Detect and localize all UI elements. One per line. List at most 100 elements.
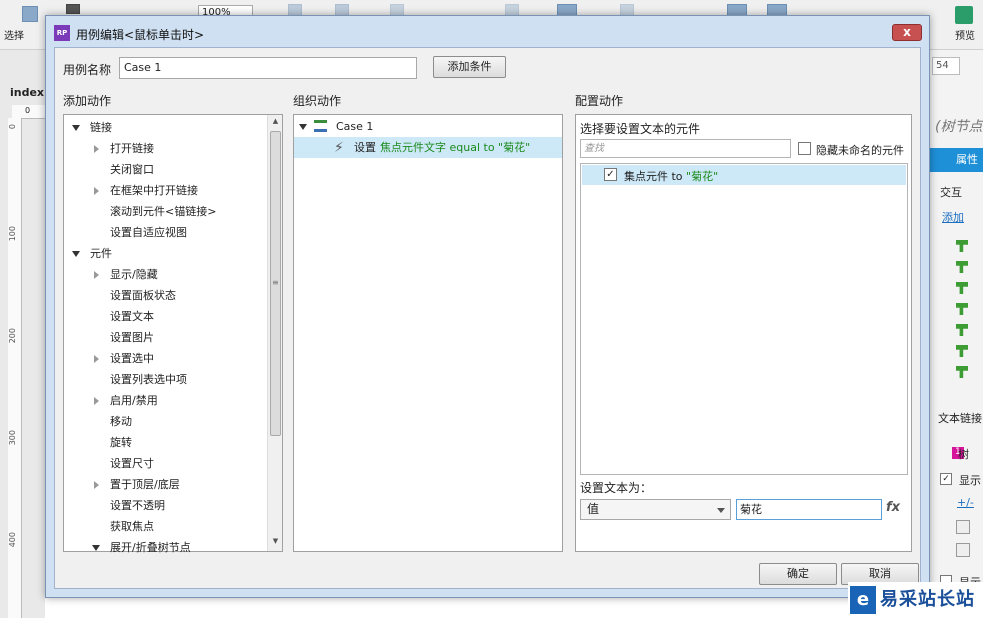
case-node[interactable]: Case 1 <box>294 116 562 137</box>
action-tree-item-label: 旋转 <box>110 436 132 449</box>
configure-action-header: 配置动作 <box>575 94 624 108</box>
axure-app-icon: RP <box>54 25 70 41</box>
action-tree-item[interactable]: 设置自适应视图 <box>64 222 264 243</box>
action-tree-item[interactable]: 在框架中打开链接 <box>64 180 264 201</box>
action-node[interactable]: ⚡ 设置 焦点元件文字 equal to "菊花" <box>294 137 562 158</box>
add-case-link[interactable]: 添加 <box>942 209 964 225</box>
inspector-title: (树节点 <box>935 119 983 135</box>
action-tree-item[interactable]: 设置面板状态 <box>64 285 264 306</box>
close-button[interactable]: x <box>892 24 922 41</box>
action-prefix: 设置 <box>354 141 376 154</box>
action-tree-item-label: 获取焦点 <box>110 520 154 533</box>
collapsed-arrow-icon[interactable] <box>94 397 99 405</box>
connector-tool-icon[interactable] <box>66 4 80 14</box>
icon-picker-closed[interactable] <box>956 520 970 534</box>
scroll-up-icon[interactable]: ▲ <box>268 117 283 129</box>
ruler-left-label: 200 <box>8 328 17 344</box>
ruler-top-label: 0 <box>25 106 31 115</box>
collapsed-arrow-icon[interactable] <box>94 355 99 363</box>
ruler-horizontal: 0 <box>12 105 47 119</box>
action-tree-item[interactable]: 设置列表选中项 <box>64 369 264 390</box>
expanded-arrow-icon[interactable] <box>92 545 100 551</box>
action-tree-item-label: 设置面板状态 <box>110 289 176 302</box>
lightning-icon: ⚡ <box>334 140 344 156</box>
action-tree-item-label: 移动 <box>110 415 132 428</box>
ruler-left-label: 300 <box>8 430 17 446</box>
widget-row[interactable]: ✓ 集点元件 to "菊花" <box>582 165 906 185</box>
text-value-input[interactable]: 菊花 <box>736 499 882 520</box>
add-condition-button[interactable]: 添加条件 <box>433 56 506 78</box>
organize-action-header: 组织动作 <box>293 94 342 108</box>
action-tree-item[interactable]: 启用/禁用 <box>64 390 264 411</box>
action-tree-item[interactable]: 设置图片 <box>64 327 264 348</box>
action-tree-item[interactable]: 关闭窗口 <box>64 159 264 180</box>
action-tree-item-label: 设置自适应视图 <box>110 226 187 239</box>
rotation-field[interactable]: 54 <box>932 57 960 75</box>
case-name-input[interactable]: Case 1 <box>119 57 417 79</box>
expand-arrow-icon[interactable] <box>299 124 307 130</box>
case-node-label: Case 1 <box>336 120 374 133</box>
value-type-select[interactable]: 值 <box>580 499 731 520</box>
action-tree-item-label: 在框架中打开链接 <box>110 184 198 197</box>
plus-minus-link[interactable]: +/- <box>957 496 974 509</box>
action-tree-item[interactable]: 显示/隐藏 <box>64 264 264 285</box>
scrollbar-thumb[interactable]: ≡ <box>270 131 281 436</box>
add-action-header: 添加动作 <box>63 94 112 108</box>
icon-picker-open[interactable] <box>956 543 970 557</box>
text-link-section[interactable]: 文本链接 <box>938 410 982 426</box>
configure-action-panel: 选择要设置文本的元件 查找 隐藏未命名的元件 ✓ 集点元件 to "菊花" 设置… <box>575 114 912 552</box>
widget-checkbox[interactable]: ✓ <box>604 168 617 181</box>
hide-unnamed-checkbox[interactable] <box>798 142 811 155</box>
action-tree-item-label: 展开/折叠树节点 <box>110 541 191 554</box>
select-widget-label: 选择要设置文本的元件 <box>580 122 701 136</box>
chevron-down-icon <box>717 508 725 513</box>
action-tree-item[interactable]: 获取焦点 <box>64 516 264 537</box>
expanded-arrow-icon[interactable] <box>72 251 80 257</box>
tab-properties[interactable]: 属性 <box>930 148 983 172</box>
organize-actions-panel: Case 1 ⚡ 设置 焦点元件文字 equal to "菊花" <box>293 114 563 552</box>
tab-index[interactable]: index <box>10 86 44 99</box>
preview-icon[interactable] <box>955 6 973 24</box>
ruler-left-label: 400 <box>8 532 17 548</box>
action-tree-item[interactable]: 置于顶层/底层 <box>64 474 264 495</box>
action-tree-item[interactable]: 旋转 <box>64 432 264 453</box>
action-detail: 焦点元件文字 equal to "菊花" <box>380 141 531 154</box>
action-tree-item[interactable]: 设置选中 <box>64 348 264 369</box>
select-tool-icon[interactable] <box>22 6 38 22</box>
preview-label[interactable]: 预览 <box>955 27 975 42</box>
action-tree-item[interactable]: 展开/折叠树节点 <box>64 537 264 558</box>
action-tree-item[interactable]: 设置文本 <box>64 306 264 327</box>
show-checkbox[interactable]: ✓ <box>940 473 952 485</box>
action-tree-item[interactable]: 设置不透明 <box>64 495 264 516</box>
action-tree-item[interactable]: 移动 <box>64 411 264 432</box>
ok-button[interactable]: 确定 <box>759 563 837 585</box>
action-tree-item[interactable]: 设置尺寸 <box>64 453 264 474</box>
section-interactions[interactable]: 交互 <box>940 184 962 200</box>
widget-list: ✓ 集点元件 to "菊花" <box>580 163 908 475</box>
search-input[interactable]: 查找 <box>580 139 791 158</box>
collapsed-arrow-icon[interactable] <box>94 481 99 489</box>
collapsed-arrow-icon[interactable] <box>94 271 99 279</box>
tree-section[interactable]: 树 <box>958 446 969 462</box>
collapsed-arrow-icon[interactable] <box>94 187 99 195</box>
collapsed-arrow-icon[interactable] <box>94 145 99 153</box>
action-tree-item-label: 设置选中 <box>110 352 154 365</box>
select-tool-label[interactable]: 选择 <box>4 27 24 42</box>
dialog-title: 用例编辑<鼠标单击时> <box>76 28 205 42</box>
widget-row-value: "菊花" <box>686 170 719 183</box>
action-tree-item[interactable]: 打开链接 <box>64 138 264 159</box>
action-tree-item-label: 设置尺寸 <box>110 457 154 470</box>
action-tree-item-label: 设置文本 <box>110 310 154 323</box>
expanded-arrow-icon[interactable] <box>72 125 80 131</box>
action-tree-item[interactable]: 滚动到元件<锚链接> <box>64 201 264 222</box>
action-tree-item[interactable]: 元件 <box>64 243 264 264</box>
action-tree-item-label: 显示/隐藏 <box>110 268 158 281</box>
action-tree-item-label: 置于顶层/底层 <box>110 478 180 491</box>
action-tree-item-label: 滚动到元件<锚链接> <box>110 205 217 218</box>
vertical-scrollbar[interactable]: ▲ ≡ ▼ <box>267 115 282 551</box>
action-tree-item[interactable]: 链接 <box>64 117 264 138</box>
scroll-down-icon[interactable]: ▼ <box>268 537 283 549</box>
fx-button[interactable]: fx <box>886 500 900 515</box>
ruler-left-label: 100 <box>8 226 17 242</box>
watermark-logo-icon: e <box>850 586 876 614</box>
